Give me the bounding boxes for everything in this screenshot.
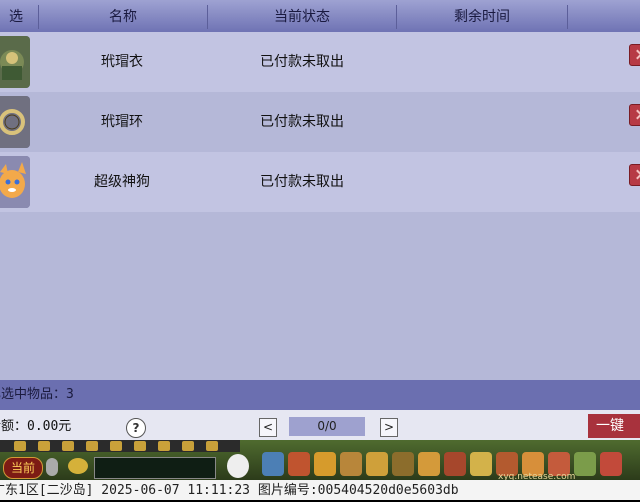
item-remaining-time [397,32,567,92]
item-icon[interactable] [366,452,388,476]
col-select-header: 选 [0,5,39,29]
item-icon[interactable] [392,452,414,476]
ring-item-icon [0,96,30,148]
chat-bubble-icon[interactable] [68,458,88,474]
col-name-header: 名称 [39,5,208,29]
status-bar: 广东1区[二沙岛] 2025-06-07 11:11:23 图片编号:00540… [0,480,640,500]
sword-icon[interactable] [262,452,284,476]
watermark: xyq.netease.com [498,472,576,480]
item-icon[interactable] [444,452,466,476]
item-icon[interactable] [470,452,492,476]
tool-icon[interactable] [38,441,50,451]
item-status: 已付款未取出 [260,54,344,70]
help-icon[interactable]: ? [126,418,146,438]
tool-icon[interactable] [110,441,122,451]
tool-icon[interactable] [134,441,146,451]
selection-bar: 已选中物品：3 [0,380,640,410]
item-action-button[interactable] [629,44,640,66]
tool-icon[interactable] [182,441,194,451]
table-row[interactable]: 超级神狗 已付款未取出 [0,152,640,212]
item-icon[interactable] [314,452,336,476]
toolbar-strip [0,440,240,452]
bag-icon[interactable] [288,452,310,476]
prev-page-button[interactable]: < [259,418,277,437]
balance-amount: 余额：0.00元 [0,419,72,434]
item-remaining-time [397,92,567,152]
table-row[interactable]: 玳瑁衣 已付款未取出 [0,32,640,92]
tool-icon[interactable] [62,441,74,451]
tool-icon[interactable] [158,441,170,451]
tool-icon[interactable] [86,441,98,451]
item-remaining-time [397,152,567,212]
item-action-button[interactable] [629,104,640,126]
col-action-header [568,5,640,29]
item-name: 玳瑁环 [101,114,143,130]
game-logo-icon: 梦幻 [500,440,544,444]
table-header: 选 名称 当前状态 剩余时间 [0,0,640,32]
item-icon[interactable] [418,452,440,476]
item-icon[interactable] [600,452,622,476]
mascot-icon[interactable] [227,454,249,478]
item-icon[interactable] [340,452,362,476]
svg-text:梦幻: 梦幻 [500,440,544,444]
chat-input[interactable] [94,457,216,479]
armor-item-icon [0,36,30,88]
game-taskbar: 梦幻 当前 xyq.netease.com [0,440,640,480]
item-status: 已付款未取出 [260,174,344,190]
balance-bar: 余额：0.00元 ? < 0/0 > 一键 [0,410,640,440]
microphone-icon[interactable] [46,458,58,476]
col-status-header: 当前状态 [208,5,397,29]
trade-window: 选 名称 当前状态 剩余时间 玳瑁衣 已付款未取出 玳瑁环 已付款未取出 超级神… [0,0,640,440]
next-page-button[interactable]: > [380,418,398,437]
current-channel-tab[interactable]: 当前 [3,457,43,479]
pet-dog-icon [0,156,30,208]
status-text: 广东1区[二沙岛] 2025-06-07 11:11:23 图片编号:00540… [0,483,459,498]
page-indicator: 0/0 [289,417,365,436]
shortcut-icon-bar: xyq.netease.com [262,452,640,480]
selected-count: 已选中物品：3 [0,387,74,402]
item-name: 玳瑁衣 [101,54,143,70]
item-name: 超级神狗 [94,174,150,190]
tool-icon[interactable] [14,441,26,451]
col-time-header: 剩余时间 [397,5,568,29]
tool-icon[interactable] [206,441,218,451]
item-status: 已付款未取出 [260,114,344,130]
one-key-button[interactable]: 一键 [588,414,640,438]
item-icon[interactable] [574,452,596,476]
item-action-button[interactable] [629,164,640,186]
table-row[interactable]: 玳瑁环 已付款未取出 [0,92,640,152]
